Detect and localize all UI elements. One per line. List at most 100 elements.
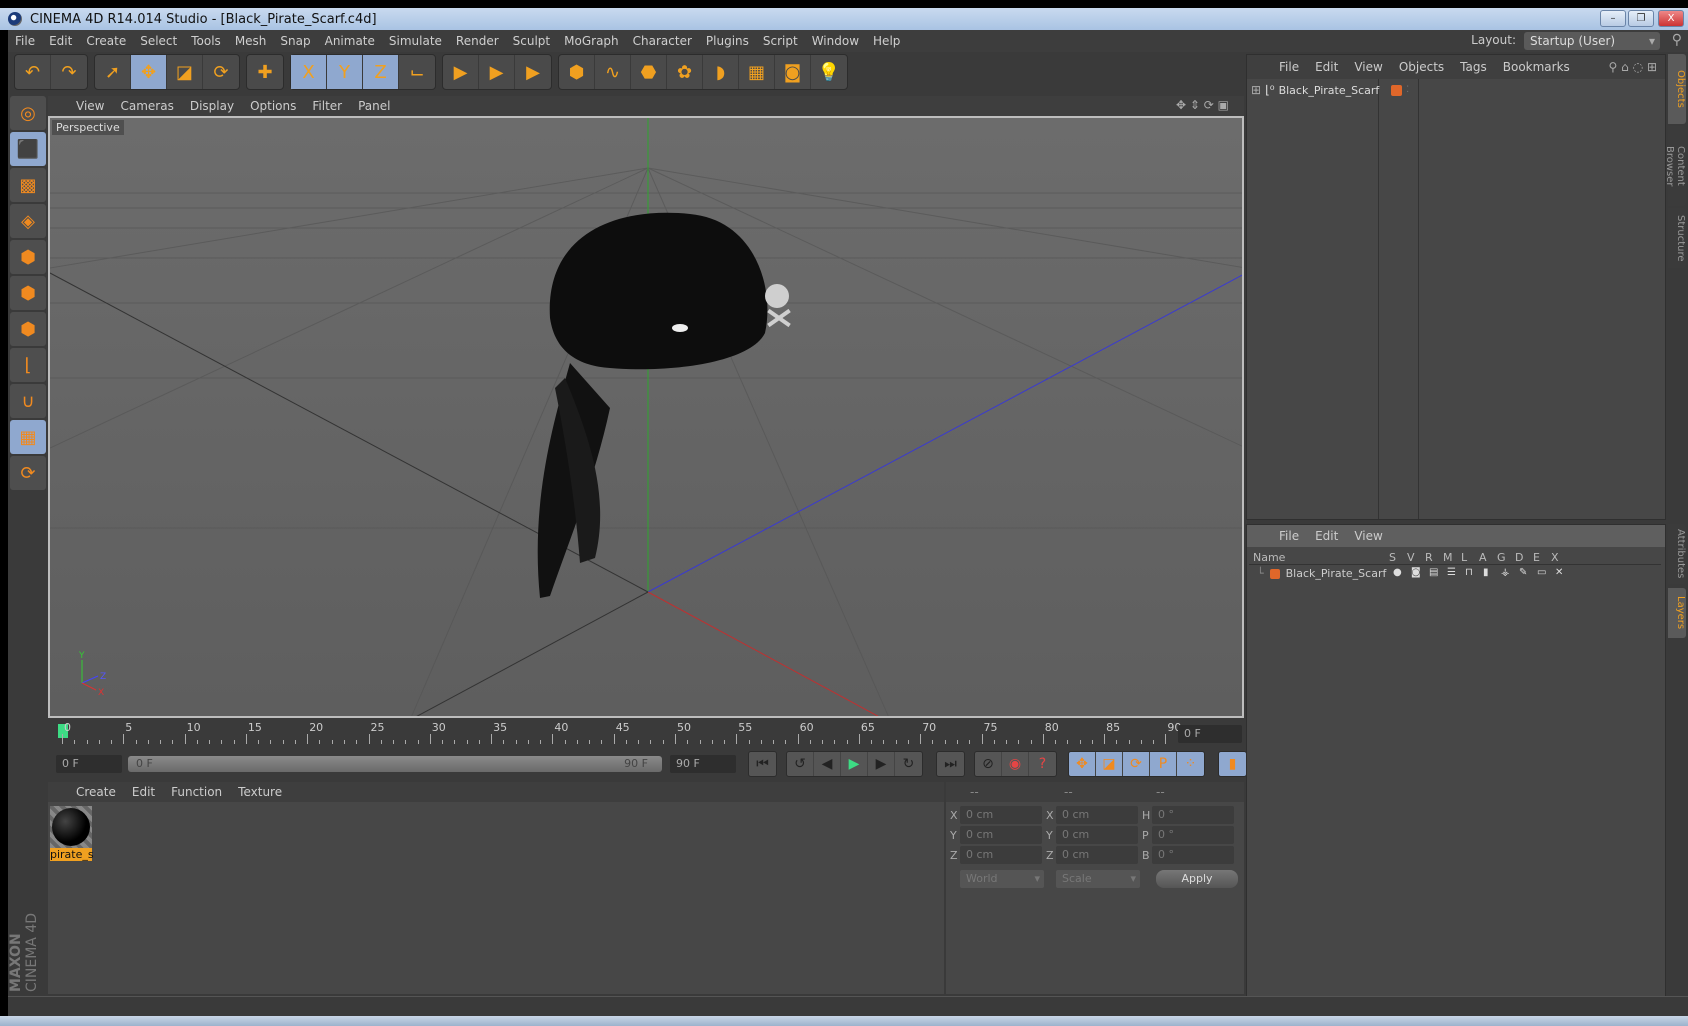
deformer-button[interactable]: ◗ bbox=[703, 55, 739, 89]
coordinate-system-button[interactable]: ⌙ bbox=[399, 55, 435, 89]
layer-column-x[interactable]: X bbox=[1551, 551, 1559, 564]
menu-mograph[interactable]: MoGraph bbox=[557, 34, 626, 48]
layer-column-a[interactable]: A bbox=[1479, 551, 1487, 564]
layer-column-name[interactable]: Name bbox=[1253, 551, 1285, 564]
redo-button[interactable]: ↷ bbox=[51, 55, 87, 89]
layer-column-g[interactable]: G bbox=[1497, 551, 1506, 564]
deformer-icon[interactable]: ✎ bbox=[1519, 567, 1527, 578]
layout-dropdown[interactable]: Startup (User) ▾ bbox=[1524, 32, 1660, 50]
coordinate-field[interactable]: 0 ° bbox=[1152, 846, 1234, 864]
coordinate-space-dropdown[interactable]: World ▾ bbox=[960, 870, 1044, 888]
timeline-ruler[interactable]: 0 5 10 15 20 25 30 35 40 45 50 55 60 65 70 75 80 85 90 0 F bbox=[48, 720, 1244, 748]
cube-button[interactable]: ⬢ bbox=[559, 55, 595, 89]
object-menu-objects[interactable]: Objects bbox=[1391, 60, 1452, 74]
layer-column-d[interactable]: D bbox=[1515, 551, 1523, 564]
side-tab-attributes[interactable]: Attributes bbox=[1668, 524, 1686, 584]
viewport-menu-options[interactable]: Options bbox=[242, 99, 304, 113]
object-menu-view[interactable]: View bbox=[1346, 60, 1390, 74]
move-button[interactable]: ✥ bbox=[131, 55, 167, 89]
side-tab-content-browser[interactable]: Content Browser bbox=[1664, 126, 1686, 206]
layer-menu-file[interactable]: File bbox=[1271, 529, 1307, 543]
material-menu-edit[interactable]: Edit bbox=[124, 785, 163, 799]
previous-keyframe-button[interactable]: ↺ bbox=[787, 752, 814, 776]
frame-range-slider[interactable]: 0 F 90 F bbox=[128, 756, 662, 772]
play-button[interactable]: ▶ bbox=[841, 752, 868, 776]
recent-tool-button[interactable]: ✚ bbox=[247, 55, 283, 89]
object-menu-file[interactable]: File bbox=[1271, 60, 1307, 74]
coordinate-field[interactable]: 0 ° bbox=[1152, 826, 1234, 844]
workplane-lock-button[interactable]: ▦ bbox=[10, 420, 46, 454]
menu-file[interactable]: File bbox=[8, 34, 42, 48]
menu-select[interactable]: Select bbox=[133, 34, 184, 48]
search-icon[interactable]: ⚲ bbox=[1609, 60, 1618, 74]
coordinate-field[interactable]: 0 cm bbox=[960, 806, 1042, 824]
maximize-view-icon[interactable]: ▣ bbox=[1218, 98, 1229, 112]
restore-button[interactable]: ❐ bbox=[1628, 10, 1654, 27]
render-settings-button[interactable]: ▶ bbox=[515, 55, 551, 89]
pan-icon[interactable]: ✥ bbox=[1176, 98, 1186, 112]
apply-button[interactable]: Apply bbox=[1156, 870, 1238, 888]
key-parameter-button[interactable]: P bbox=[1150, 752, 1177, 776]
menu-snap[interactable]: Snap bbox=[273, 34, 317, 48]
menu-mesh[interactable]: Mesh bbox=[228, 34, 274, 48]
layer-column-l[interactable]: L bbox=[1461, 551, 1467, 564]
coordinate-field[interactable]: 0 cm bbox=[960, 826, 1042, 844]
current-frame-field[interactable]: 0 F bbox=[1178, 725, 1242, 743]
previous-frame-button[interactable]: ◀ bbox=[814, 752, 841, 776]
layer-menu-view[interactable]: View bbox=[1346, 529, 1390, 543]
material-menu-function[interactable]: Function bbox=[163, 785, 230, 799]
scale-button[interactable]: ◪ bbox=[167, 55, 203, 89]
transform-mode-dropdown[interactable]: Scale ▾ bbox=[1056, 870, 1140, 888]
points-mode-button[interactable]: ⬢ bbox=[10, 240, 46, 274]
menu-tools[interactable]: Tools bbox=[184, 34, 228, 48]
coordinate-field[interactable]: 0 cm bbox=[960, 846, 1042, 864]
new-window-icon[interactable]: ⊞ bbox=[1647, 60, 1657, 74]
menu-render[interactable]: Render bbox=[449, 34, 506, 48]
object-menu-bookmarks[interactable]: Bookmarks bbox=[1495, 60, 1578, 74]
dolly-icon[interactable]: ⇕ bbox=[1190, 98, 1200, 112]
x-axis-lock-button[interactable]: X bbox=[291, 55, 327, 89]
search-icon[interactable]: ⚲ bbox=[1672, 32, 1682, 48]
layer-row[interactable]: └ Black_Pirate_Scarf bbox=[1257, 567, 1386, 580]
texture-mode-button[interactable]: ▩ bbox=[10, 168, 46, 202]
render-picture-viewer-button[interactable]: ▶ bbox=[479, 55, 515, 89]
layer-column-e[interactable]: E bbox=[1533, 551, 1540, 564]
axis-mode-button[interactable]: ⌊ bbox=[10, 348, 46, 382]
floor-button[interactable]: ▦ bbox=[739, 55, 775, 89]
material-menu-texture[interactable]: Texture bbox=[230, 785, 290, 799]
material-swatch[interactable]: pirate_s bbox=[50, 806, 94, 862]
animation-icon[interactable]: ▮ bbox=[1483, 567, 1489, 578]
keyframe-selection-button[interactable]: ? bbox=[1029, 752, 1056, 776]
live-selection-button[interactable]: ➚ bbox=[95, 55, 131, 89]
layer-column-v[interactable]: V bbox=[1407, 551, 1415, 564]
spline-pen-button[interactable]: ∿ bbox=[595, 55, 631, 89]
viewport-menu-filter[interactable]: Filter bbox=[304, 99, 350, 113]
snap-magnet-button[interactable]: ∪ bbox=[10, 384, 46, 418]
viewport-menu-cameras[interactable]: Cameras bbox=[112, 99, 181, 113]
key-position-button[interactable]: ✥ bbox=[1069, 752, 1096, 776]
menu-help[interactable]: Help bbox=[866, 34, 907, 48]
xref-icon[interactable]: ✕ bbox=[1555, 567, 1563, 578]
generator-icon[interactable]: ⚶ bbox=[1501, 567, 1510, 578]
menu-script[interactable]: Script bbox=[756, 34, 805, 48]
visibility-dots-icon[interactable]: ⁚ bbox=[1406, 85, 1409, 95]
minimize-button[interactable]: – bbox=[1600, 10, 1626, 27]
orbit-icon[interactable]: ⟳ bbox=[1204, 98, 1214, 112]
menu-plugins[interactable]: Plugins bbox=[699, 34, 756, 48]
object-name[interactable]: Black_Pirate_Scarf bbox=[1279, 84, 1380, 97]
render-view-button[interactable]: ▶ bbox=[443, 55, 479, 89]
lock-icon[interactable]: ⊓ bbox=[1465, 567, 1473, 578]
edges-mode-button[interactable]: ⬢ bbox=[10, 276, 46, 310]
render-icon[interactable]: ▤ bbox=[1429, 567, 1438, 578]
key-scale-button[interactable]: ◪ bbox=[1096, 752, 1123, 776]
camera-button[interactable]: ◙ bbox=[775, 55, 811, 89]
cloner-button[interactable]: ✿ bbox=[667, 55, 703, 89]
coordinate-field[interactable]: 0 cm bbox=[1056, 806, 1138, 824]
perspective-viewport[interactable]: Y Z X Perspective bbox=[48, 116, 1244, 718]
next-frame-button[interactable]: ▶ bbox=[868, 752, 895, 776]
layer-column-s[interactable]: S bbox=[1389, 551, 1396, 564]
visible-icon[interactable]: ◙ bbox=[1411, 567, 1421, 578]
menu-create[interactable]: Create bbox=[79, 34, 133, 48]
layer-menu-edit[interactable]: Edit bbox=[1307, 529, 1346, 543]
viewport-menu-view[interactable]: View bbox=[68, 99, 112, 113]
